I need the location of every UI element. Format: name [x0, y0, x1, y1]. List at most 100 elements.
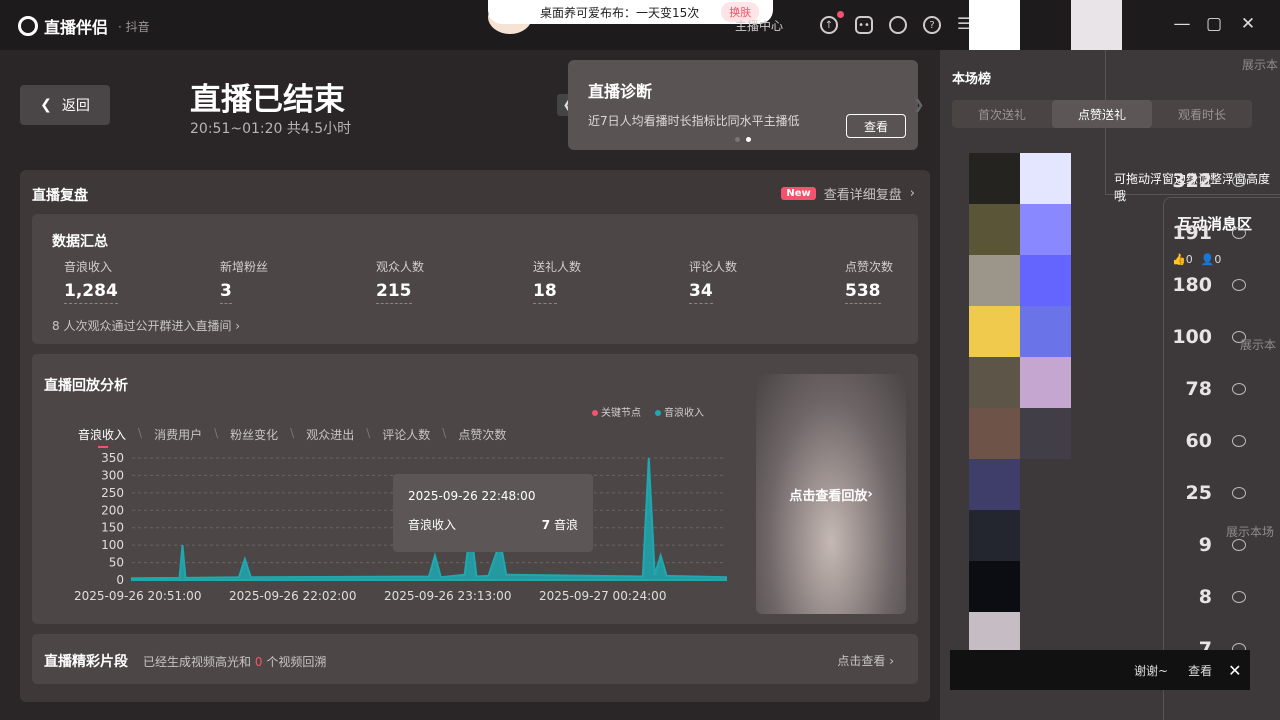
comment-icon[interactable] [1232, 591, 1246, 603]
carousel-dot-active[interactable] [746, 137, 751, 142]
carousel-next-button[interactable]: ❯ [908, 94, 930, 116]
diagnosis-view-button[interactable]: 查看 [846, 114, 906, 138]
count-row: 78 [1152, 363, 1252, 415]
tab-consumers[interactable]: 消费用户 [154, 426, 202, 443]
tab-comments[interactable]: 评论人数 [382, 426, 430, 443]
count-row: 25 [1152, 467, 1252, 519]
help-icon[interactable]: ? [923, 16, 941, 34]
color-swatch [1020, 357, 1071, 408]
count-value: 322 [1172, 170, 1212, 192]
metric-income[interactable]: 音浪收入 1,284 [64, 258, 184, 304]
tab-viewers[interactable]: 观众进出 [306, 426, 354, 443]
comment-icon[interactable] [1232, 227, 1246, 239]
color-swatch [1020, 408, 1071, 459]
color-swatch [969, 408, 1020, 459]
app-logo-icon [18, 16, 38, 36]
tab-likes[interactable]: 点赞次数 [458, 426, 506, 443]
count-value: 25 [1185, 482, 1212, 504]
detail-review-link[interactable]: New 查看详细复盘 › [781, 184, 915, 203]
metric-value: 538 [845, 281, 881, 304]
comment-icon[interactable] [1232, 175, 1246, 187]
close-icon[interactable]: ✕ [1238, 14, 1258, 34]
replay-thumbnail[interactable]: 点击查看回放 › [756, 374, 906, 614]
comment-icon[interactable] [1232, 487, 1246, 499]
comment-icon[interactable] [1232, 279, 1246, 291]
carousel-dot[interactable] [735, 137, 740, 142]
notification-banner[interactable]: 桌面养可爱布布：一天变15次 换肤 [488, 0, 773, 24]
metric-new-fans[interactable]: 新增粉丝 3 [220, 258, 340, 304]
metric-gifters[interactable]: 送礼人数 18 [533, 258, 653, 304]
toast-view-button[interactable]: 查看 [1188, 662, 1212, 679]
metric-value: 1,284 [64, 281, 118, 304]
legend-dot [655, 410, 661, 416]
chevron-right-icon: › [235, 319, 241, 333]
detail-review-label: 查看详细复盘 [823, 188, 902, 203]
anchor-center-link[interactable]: 主播中心 [735, 17, 783, 34]
color-swatch [1020, 153, 1071, 204]
back-button[interactable]: ❮ 返回 [20, 85, 110, 125]
group-entry-text: 8 人次观众通过公开群进入直播间 [52, 319, 232, 333]
count-row: 322 [1152, 155, 1252, 207]
highlight-suffix: 个视频回溯 [266, 655, 327, 669]
chevron-right-icon: › [909, 186, 915, 201]
color-swatch [969, 204, 1020, 255]
legend-key-node: 关键节点 [592, 404, 641, 419]
chat-icon[interactable] [889, 16, 907, 34]
chart-legend: 关键节点 音浪收入 [592, 404, 704, 419]
replay-title: 直播回放分析 [44, 378, 128, 394]
legend-income: 音浪收入 [655, 404, 704, 419]
back-label: 返回 [61, 98, 90, 114]
metric-label: 评论人数 [689, 260, 738, 274]
app-name: 直播伴侣 [44, 18, 109, 37]
count-list: 322 191 180 100 78 60 25 9 8 7 [1152, 155, 1252, 675]
tooltip-value: 7 音浪 [542, 516, 578, 533]
legend-dot [592, 410, 598, 416]
metric-commenters[interactable]: 评论人数 34 [689, 258, 809, 304]
ranking-title: 本场榜 [952, 72, 992, 87]
legend-key-label: 关键节点 [601, 408, 641, 419]
count-row: 60 [1152, 415, 1252, 467]
comment-icon[interactable] [1232, 383, 1246, 395]
y-tick-label: 50 [109, 556, 124, 570]
metric-label: 观众人数 [376, 260, 425, 274]
minimize-icon[interactable]: — [1172, 14, 1192, 34]
upload-icon[interactable]: ↑ [820, 16, 838, 34]
highlight-title: 直播精彩片段 [44, 654, 128, 670]
metric-value: 215 [376, 281, 412, 304]
maximize-icon[interactable]: ▢ [1204, 14, 1224, 34]
color-swatch [969, 153, 1020, 204]
comment-icon[interactable] [1232, 435, 1246, 447]
review-title: 直播复盘 [32, 188, 88, 204]
metric-label: 音浪收入 [64, 260, 113, 274]
color-swatch [1020, 204, 1071, 255]
side-hint: 展示本 [1242, 58, 1279, 72]
color-swatch [969, 255, 1020, 306]
toast-close-icon[interactable]: ✕ [1228, 661, 1241, 680]
metric-label: 点赞次数 [845, 260, 894, 274]
tab-fans[interactable]: 粉丝变化 [230, 426, 278, 443]
metric-label: 新增粉丝 [220, 260, 269, 274]
group-entry-link[interactable]: 8 人次观众通过公开群进入直播间 › [52, 317, 240, 334]
count-value: 180 [1172, 274, 1212, 296]
y-tick-label: 350 [101, 451, 124, 465]
highlight-clips-bar: 直播精彩片段 已经生成视频高光和 0 个视频回溯 点击查看 › [32, 634, 918, 684]
tab-first-gift[interactable]: 首次送礼 [952, 100, 1052, 128]
legend-income-label: 音浪收入 [664, 408, 704, 419]
x-tick-label: 2025-09-26 23:13:00 [384, 589, 511, 603]
tab-income[interactable]: 音浪收入 [78, 426, 126, 448]
count-row: 100 [1152, 311, 1252, 363]
metric-value: 18 [533, 281, 557, 304]
metric-likes[interactable]: 点赞次数 538 [845, 258, 915, 304]
gamepad-icon[interactable]: •• [855, 16, 873, 34]
count-value: 191 [1172, 222, 1212, 244]
count-value: 78 [1185, 378, 1212, 400]
metric-viewers[interactable]: 观众人数 215 [376, 258, 496, 304]
tooltip-number: 7 [541, 518, 551, 532]
chevron-left-icon: ❮ [40, 97, 52, 113]
comment-icon[interactable] [1232, 539, 1246, 551]
color-swatch [969, 510, 1020, 561]
highlight-prefix: 已经生成视频高光和 [143, 655, 252, 669]
color-swatch [1020, 459, 1071, 510]
count-row: 8 [1152, 571, 1252, 623]
highlight-view-link[interactable]: 点击查看 › [837, 652, 894, 669]
